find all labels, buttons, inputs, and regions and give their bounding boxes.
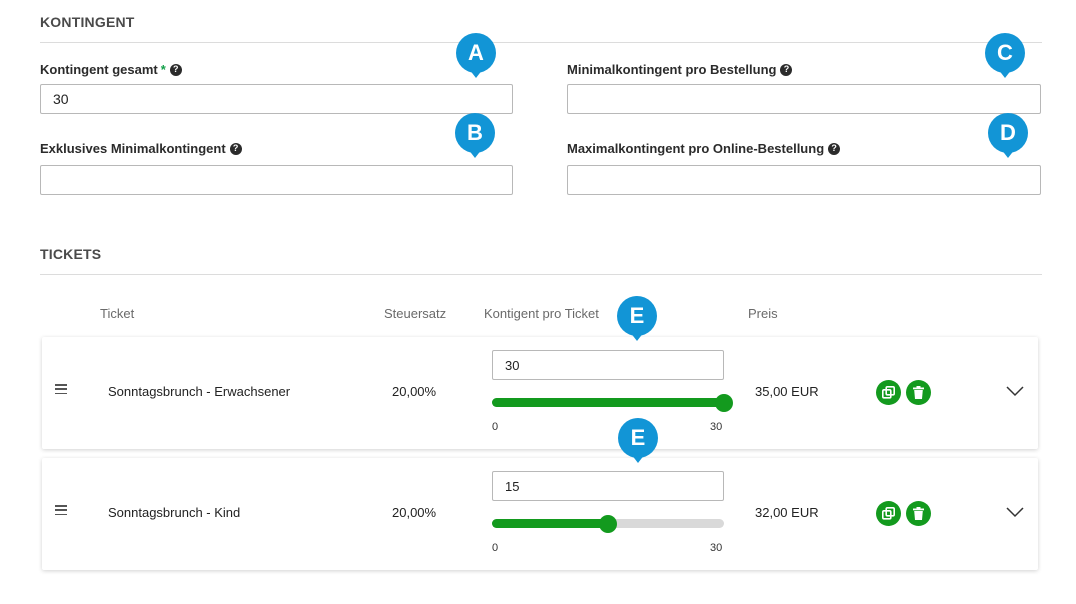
ticket-quota-input[interactable] <box>492 471 724 501</box>
label-maximalkontingent-online: Maximalkontingent pro Online-Bestellung … <box>567 141 841 156</box>
marker-label: D <box>988 113 1028 153</box>
marker-label: A <box>456 33 496 73</box>
label-exklusives-minimalkontingent: Exklusives Minimalkontingent ? <box>40 141 242 156</box>
marker-label: E <box>617 296 657 336</box>
label-text: Exklusives Minimalkontingent <box>40 141 226 156</box>
column-header-ticket: Ticket <box>100 306 135 321</box>
help-circle-icon[interactable]: ? <box>828 142 841 155</box>
slider-min-label: 0 <box>492 542 499 554</box>
kontingent-gesamt-input[interactable] <box>40 84 513 114</box>
ticket-quota-input[interactable] <box>492 350 724 380</box>
copy-icon <box>882 386 895 399</box>
column-header-steuersatz: Steuersatz <box>384 306 447 321</box>
ticket-quota-slider[interactable] <box>492 515 724 533</box>
label-text: Maximalkontingent pro Online-Bestellung <box>567 141 825 156</box>
help-circle-icon[interactable]: ? <box>780 63 793 76</box>
help-circle-icon[interactable]: ? <box>169 63 182 76</box>
label-text: Kontingent gesamt <box>40 62 158 77</box>
marker-label: E <box>618 418 658 458</box>
annotation-marker-c: C <box>985 33 1025 81</box>
drag-handle-icon[interactable] <box>55 384 67 394</box>
required-marker: * <box>160 62 166 77</box>
marker-label: B <box>455 113 495 153</box>
delete-ticket-button[interactable] <box>906 380 931 405</box>
slider-handle[interactable] <box>599 515 617 533</box>
slider-fill <box>492 398 724 407</box>
annotation-marker-e: E <box>618 418 658 466</box>
slider-max-label: 30 <box>710 542 723 554</box>
ticket-row: Sonntagsbrunch - Erwachsener 20,00% 0 30… <box>42 337 1038 449</box>
section-title-kontingent: KONTINGENT <box>40 14 135 30</box>
annotation-marker-a: A <box>456 33 496 81</box>
ticket-tax-rate: 20,00% <box>392 505 437 520</box>
trash-icon <box>913 386 924 399</box>
label-text: Minimalkontingent pro Bestellung <box>567 62 777 77</box>
slider-min-label: 0 <box>492 421 499 433</box>
column-header-preis: Preis <box>748 306 778 321</box>
ticket-name: Sonntagsbrunch - Kind <box>108 505 241 520</box>
ticket-price: 35,00 EUR <box>755 384 819 399</box>
label-kontingent-gesamt: Kontingent gesamt * ? <box>40 62 182 77</box>
chevron-down-icon[interactable] <box>1005 505 1025 519</box>
maximalkontingent-online-input[interactable] <box>567 165 1041 195</box>
annotation-marker-d: D <box>988 113 1028 161</box>
trash-icon <box>913 507 924 520</box>
section-title-tickets: TICKETS <box>40 246 102 262</box>
delete-ticket-button[interactable] <box>906 501 931 526</box>
minimalkontingent-bestellung-input[interactable] <box>567 84 1041 114</box>
chevron-down-icon[interactable] <box>1005 384 1025 398</box>
ticket-name: Sonntagsbrunch - Erwachsener <box>108 384 291 399</box>
help-circle-icon[interactable]: ? <box>229 142 242 155</box>
drag-handle-icon[interactable] <box>55 505 67 515</box>
slider-max-label: 30 <box>710 421 723 433</box>
section-divider <box>40 274 1042 275</box>
copy-ticket-button[interactable] <box>876 501 901 526</box>
slider-fill <box>492 519 608 528</box>
label-minimalkontingent-bestellung: Minimalkontingent pro Bestellung ? <box>567 62 793 77</box>
annotation-marker-e: E <box>617 296 657 344</box>
annotation-marker-b: B <box>455 113 495 161</box>
column-header-kontingent: Kontigent pro Ticket <box>484 306 599 321</box>
marker-label: C <box>985 33 1025 73</box>
ticket-price: 32,00 EUR <box>755 505 819 520</box>
ticket-row: Sonntagsbrunch - Kind 20,00% 0 30 32,00 … <box>42 458 1038 570</box>
exklusives-minimalkontingent-input[interactable] <box>40 165 513 195</box>
copy-ticket-button[interactable] <box>876 380 901 405</box>
section-divider <box>40 42 1042 43</box>
slider-handle[interactable] <box>715 394 733 412</box>
copy-icon <box>882 507 895 520</box>
ticket-tax-rate: 20,00% <box>392 384 437 399</box>
ticket-quota-slider[interactable] <box>492 394 733 412</box>
